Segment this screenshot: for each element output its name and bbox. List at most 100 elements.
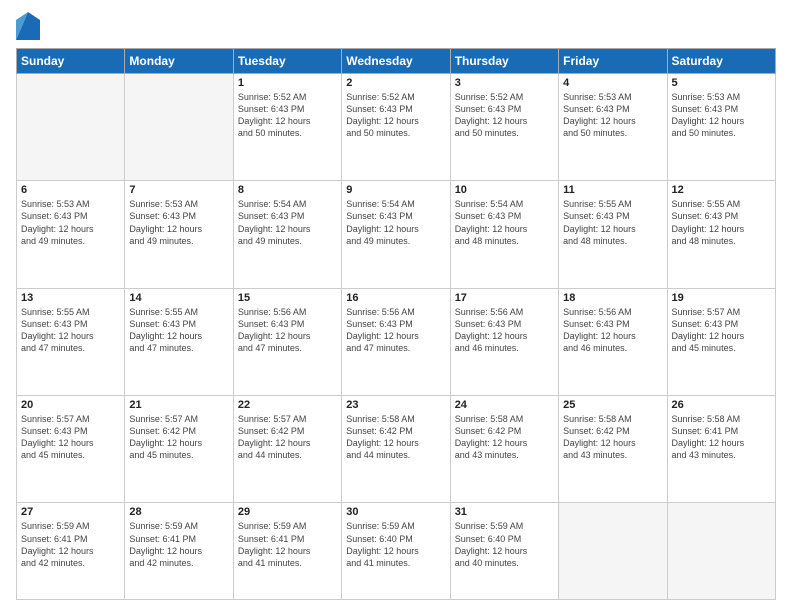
day-number: 21 xyxy=(129,399,228,411)
calendar-cell: 9 Sunrise: 5:54 AMSunset: 6:43 PMDaylight… xyxy=(342,181,450,288)
week-row-3: 13 Sunrise: 5:55 AMSunset: 6:43 PMDayligh… xyxy=(17,288,776,395)
day-info: Sunrise: 5:58 AMSunset: 6:42 PMDaylight:… xyxy=(346,413,445,462)
calendar-cell: 12 Sunrise: 5:55 AMSunset: 6:43 PMDayligh… xyxy=(667,181,775,288)
calendar-cell: 25Sunrise: 5:58 AMSunset: 6:42 PMDayligh… xyxy=(559,396,667,503)
day-info: Sunrise: 5:57 AMSunset: 6:42 PMDaylight:… xyxy=(129,413,228,462)
day-number: 7 xyxy=(129,184,228,196)
day-info: Sunrise: 5:53 AMSunset: 6:43 PMDaylight:… xyxy=(21,198,120,247)
day-info: Sunrise: 5:56 AMSunset: 6:43 PMDaylight:… xyxy=(238,306,337,355)
day-info: Sunrise: 5:59 AMSunset: 6:41 PMDaylight:… xyxy=(129,520,228,569)
header xyxy=(16,12,776,40)
calendar-cell: 20 Sunrise: 5:57 AMSunset: 6:43 PMDayligh… xyxy=(17,396,125,503)
day-number: 25 xyxy=(563,399,662,411)
calendar-cell: 3 Sunrise: 5:52 AMSunset: 6:43 PMDaylight… xyxy=(450,74,558,181)
day-info: Sunrise: 5:55 AMSunset: 6:43 PMDaylight:… xyxy=(563,198,662,247)
calendar-cell: 26 Sunrise: 5:58 AMSunset: 6:41 PMDayligh… xyxy=(667,396,775,503)
day-number: 27 xyxy=(21,506,120,518)
day-number: 3 xyxy=(455,77,554,89)
day-number: 17 xyxy=(455,292,554,304)
day-info: Sunrise: 5:54 AMSunset: 6:43 PMDaylight:… xyxy=(346,198,445,247)
day-number: 30 xyxy=(346,506,445,518)
day-info: Sunrise: 5:59 AMSunset: 6:40 PMDaylight:… xyxy=(455,520,554,569)
day-number: 20 xyxy=(21,399,120,411)
day-info: Sunrise: 5:53 AMSunset: 6:43 PMDaylight:… xyxy=(129,198,228,247)
weekday-header-thursday: Thursday xyxy=(450,49,558,74)
page: SundayMondayTuesdayWednesdayThursdayFrid… xyxy=(0,0,792,612)
day-number: 31 xyxy=(455,506,554,518)
day-number: 6 xyxy=(21,184,120,196)
calendar-cell: 19 Sunrise: 5:57 AMSunset: 6:43 PMDayligh… xyxy=(667,288,775,395)
weekday-header-saturday: Saturday xyxy=(667,49,775,74)
day-info: Sunrise: 5:58 AMSunset: 6:41 PMDaylight:… xyxy=(672,413,771,462)
day-number: 5 xyxy=(672,77,771,89)
day-info: Sunrise: 5:56 AMSunset: 6:43 PMDaylight:… xyxy=(563,306,662,355)
day-info: Sunrise: 5:53 AMSunset: 6:43 PMDaylight:… xyxy=(563,91,662,140)
day-info: Sunrise: 5:57 AMSunset: 6:43 PMDaylight:… xyxy=(672,306,771,355)
day-number: 9 xyxy=(346,184,445,196)
calendar-cell: 16Sunrise: 5:56 AMSunset: 6:43 PMDayligh… xyxy=(342,288,450,395)
day-info: Sunrise: 5:55 AMSunset: 6:43 PMDaylight:… xyxy=(21,306,120,355)
day-number: 18 xyxy=(563,292,662,304)
day-number: 24 xyxy=(455,399,554,411)
calendar-cell: 11 Sunrise: 5:55 AMSunset: 6:43 PMDayligh… xyxy=(559,181,667,288)
day-info: Sunrise: 5:57 AMSunset: 6:42 PMDaylight:… xyxy=(238,413,337,462)
day-info: Sunrise: 5:54 AMSunset: 6:43 PMDaylight:… xyxy=(455,198,554,247)
day-number: 19 xyxy=(672,292,771,304)
calendar-cell: 13 Sunrise: 5:55 AMSunset: 6:43 PMDayligh… xyxy=(17,288,125,395)
day-number: 22 xyxy=(238,399,337,411)
day-number: 15 xyxy=(238,292,337,304)
week-row-2: 6 Sunrise: 5:53 AMSunset: 6:43 PMDaylight… xyxy=(17,181,776,288)
day-number: 26 xyxy=(672,399,771,411)
calendar-cell: 24 Sunrise: 5:58 AMSunset: 6:42 PMDayligh… xyxy=(450,396,558,503)
week-row-1: 1 Sunrise: 5:52 AMSunset: 6:43 PMDaylight… xyxy=(17,74,776,181)
weekday-header-monday: Monday xyxy=(125,49,233,74)
day-number: 29 xyxy=(238,506,337,518)
calendar-cell: 28 Sunrise: 5:59 AMSunset: 6:41 PMDayligh… xyxy=(125,503,233,600)
calendar-cell: 2Sunrise: 5:52 AMSunset: 6:43 PMDaylight… xyxy=(342,74,450,181)
day-number: 28 xyxy=(129,506,228,518)
weekday-header-sunday: Sunday xyxy=(17,49,125,74)
day-number: 14 xyxy=(129,292,228,304)
calendar-cell: 22 Sunrise: 5:57 AMSunset: 6:42 PMDayligh… xyxy=(233,396,341,503)
weekday-header-wednesday: Wednesday xyxy=(342,49,450,74)
day-number: 4 xyxy=(563,77,662,89)
day-number: 23 xyxy=(346,399,445,411)
calendar-cell: 14 Sunrise: 5:55 AMSunset: 6:43 PMDayligh… xyxy=(125,288,233,395)
week-row-5: 27 Sunrise: 5:59 AMSunset: 6:41 PMDayligh… xyxy=(17,503,776,600)
weekday-header-tuesday: Tuesday xyxy=(233,49,341,74)
day-info: Sunrise: 5:54 AMSunset: 6:43 PMDaylight:… xyxy=(238,198,337,247)
day-info: Sunrise: 5:55 AMSunset: 6:43 PMDaylight:… xyxy=(672,198,771,247)
logo xyxy=(16,12,42,40)
calendar-cell: 30 Sunrise: 5:59 AMSunset: 6:40 PMDayligh… xyxy=(342,503,450,600)
week-row-4: 20 Sunrise: 5:57 AMSunset: 6:43 PMDayligh… xyxy=(17,396,776,503)
calendar-cell xyxy=(17,74,125,181)
day-info: Sunrise: 5:58 AMSunset: 6:42 PMDaylight:… xyxy=(455,413,554,462)
calendar-table: SundayMondayTuesdayWednesdayThursdayFrid… xyxy=(16,48,776,600)
day-info: Sunrise: 5:52 AMSunset: 6:43 PMDaylight:… xyxy=(346,91,445,140)
day-number: 16 xyxy=(346,292,445,304)
calendar-cell: 4 Sunrise: 5:53 AMSunset: 6:43 PMDaylight… xyxy=(559,74,667,181)
day-info: Sunrise: 5:56 AMSunset: 6:43 PMDaylight:… xyxy=(455,306,554,355)
day-number: 1 xyxy=(238,77,337,89)
calendar-cell xyxy=(667,503,775,600)
day-info: Sunrise: 5:59 AMSunset: 6:41 PMDaylight:… xyxy=(21,520,120,569)
day-number: 11 xyxy=(563,184,662,196)
day-info: Sunrise: 5:53 AMSunset: 6:43 PMDaylight:… xyxy=(672,91,771,140)
calendar-cell: 29Sunrise: 5:59 AMSunset: 6:41 PMDayligh… xyxy=(233,503,341,600)
day-number: 13 xyxy=(21,292,120,304)
calendar-cell xyxy=(125,74,233,181)
calendar-cell: 23 Sunrise: 5:58 AMSunset: 6:42 PMDayligh… xyxy=(342,396,450,503)
day-info: Sunrise: 5:59 AMSunset: 6:40 PMDaylight:… xyxy=(346,520,445,569)
day-number: 12 xyxy=(672,184,771,196)
day-info: Sunrise: 5:52 AMSunset: 6:43 PMDaylight:… xyxy=(455,91,554,140)
day-info: Sunrise: 5:55 AMSunset: 6:43 PMDaylight:… xyxy=(129,306,228,355)
day-info: Sunrise: 5:52 AMSunset: 6:43 PMDaylight:… xyxy=(238,91,337,140)
calendar-cell: 6 Sunrise: 5:53 AMSunset: 6:43 PMDaylight… xyxy=(17,181,125,288)
day-info: Sunrise: 5:57 AMSunset: 6:43 PMDaylight:… xyxy=(21,413,120,462)
weekday-header-friday: Friday xyxy=(559,49,667,74)
calendar-cell: 21 Sunrise: 5:57 AMSunset: 6:42 PMDayligh… xyxy=(125,396,233,503)
calendar-cell: 31 Sunrise: 5:59 AMSunset: 6:40 PMDayligh… xyxy=(450,503,558,600)
calendar-cell: 17 Sunrise: 5:56 AMSunset: 6:43 PMDayligh… xyxy=(450,288,558,395)
logo-icon xyxy=(16,12,40,40)
day-number: 10 xyxy=(455,184,554,196)
